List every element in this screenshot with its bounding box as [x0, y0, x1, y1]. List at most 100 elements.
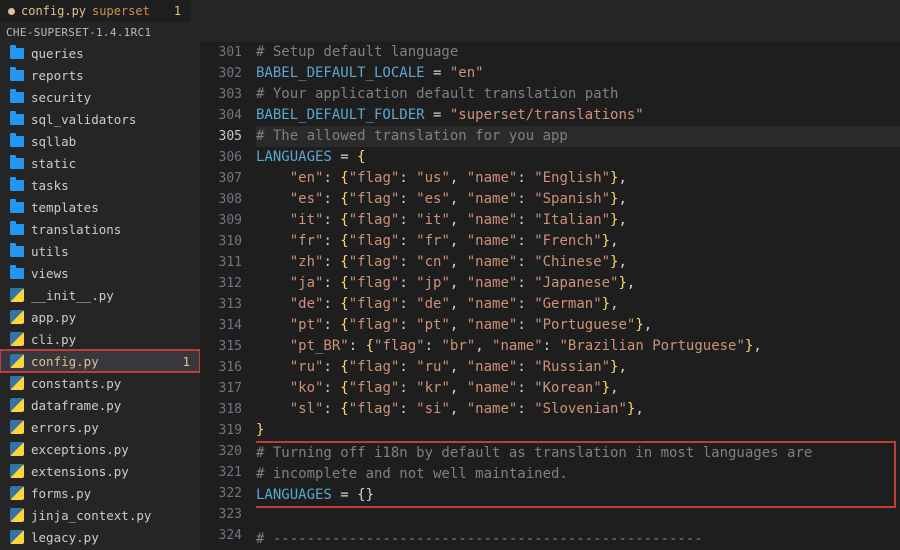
file-cli-py[interactable]: cli.py — [0, 328, 200, 350]
folder-icon — [10, 92, 24, 103]
editor-tab-config[interactable]: config.py superset 1 — [0, 0, 191, 22]
folder-sqllab[interactable]: sqllab — [0, 130, 200, 152]
folder-templates[interactable]: templates — [0, 196, 200, 218]
file-jinja_context-py[interactable]: jinja_context.py — [0, 504, 200, 526]
python-icon — [10, 288, 24, 302]
folder-utils[interactable]: utils — [0, 240, 200, 262]
explorer-item-label: jinja_context.py — [31, 508, 151, 523]
explorer-item-label: queries — [31, 46, 84, 61]
code-area[interactable]: # Setup default languageBABEL_DEFAULT_LO… — [256, 42, 900, 550]
code-line[interactable]: # --------------------------------------… — [256, 529, 900, 550]
code-line[interactable]: "ko": {"flag": "kr", "name": "Korean"}, — [256, 378, 900, 399]
folder-reports[interactable]: reports — [0, 64, 200, 86]
folder-icon — [10, 224, 24, 235]
code-line[interactable]: # Turning off i18n by default as transla… — [256, 443, 894, 464]
code-line[interactable] — [256, 508, 900, 529]
folder-icon — [10, 202, 24, 213]
code-line[interactable]: # Your application default translation p… — [256, 84, 900, 105]
line-number-gutter: 3013023033043053063073083093103113123133… — [200, 42, 256, 550]
code-line[interactable]: "de": {"flag": "de", "name": "German"}, — [256, 294, 900, 315]
code-editor[interactable]: 3013023033043053063073083093103113123133… — [200, 42, 900, 550]
folder-sql_validators[interactable]: sql_validators — [0, 108, 200, 130]
folder-icon — [10, 246, 24, 257]
explorer-item-label: forms.py — [31, 486, 91, 501]
folder-queries[interactable]: queries — [0, 42, 200, 64]
python-icon — [10, 332, 24, 346]
explorer-item-label: exceptions.py — [31, 442, 129, 457]
code-line[interactable]: "en": {"flag": "us", "name": "English"}, — [256, 168, 900, 189]
code-line[interactable]: "es": {"flag": "es", "name": "Spanish"}, — [256, 189, 900, 210]
python-icon — [10, 464, 24, 478]
explorer-item-label: cli.py — [31, 332, 76, 347]
file-legacy-py[interactable]: legacy.py — [0, 526, 200, 548]
explorer-item-label: errors.py — [31, 420, 99, 435]
folder-views[interactable]: views — [0, 262, 200, 284]
file-dataframe-py[interactable]: dataframe.py — [0, 394, 200, 416]
explorer-item-label: sql_validators — [31, 112, 136, 127]
code-line[interactable]: LANGUAGES = {} — [256, 485, 894, 506]
python-icon — [10, 354, 24, 368]
file-constants-py[interactable]: constants.py — [0, 372, 200, 394]
line-number: 309 — [200, 210, 242, 231]
file-exceptions-py[interactable]: exceptions.py — [0, 438, 200, 460]
code-line[interactable]: "sl": {"flag": "si", "name": "Slovenian"… — [256, 399, 900, 420]
line-number: 303 — [200, 84, 242, 105]
code-line[interactable]: "ja": {"flag": "jp", "name": "Japanese"}… — [256, 273, 900, 294]
file-__init__-py[interactable]: __init__.py — [0, 284, 200, 306]
folder-icon — [10, 48, 24, 59]
line-number: 321 — [200, 462, 242, 483]
line-number: 314 — [200, 315, 242, 336]
tab-git-branch: superset — [92, 4, 150, 18]
line-number: 301 — [200, 42, 242, 63]
file-app-py[interactable]: app.py — [0, 306, 200, 328]
python-icon — [10, 420, 24, 434]
tab-filename: config.py — [21, 4, 86, 18]
line-number: 305 — [200, 126, 242, 147]
file-errors-py[interactable]: errors.py — [0, 416, 200, 438]
code-line[interactable]: "zh": {"flag": "cn", "name": "Chinese"}, — [256, 252, 900, 273]
file-extensions-py[interactable]: extensions.py — [0, 460, 200, 482]
code-line[interactable]: "pt_BR": {"flag": "br", "name": "Brazili… — [256, 336, 900, 357]
folder-icon — [10, 268, 24, 279]
code-line[interactable]: BABEL_DEFAULT_LOCALE = "en" — [256, 63, 900, 84]
explorer-item-label: tasks — [31, 178, 69, 193]
code-line[interactable]: "fr": {"flag": "fr", "name": "French"}, — [256, 231, 900, 252]
explorer-item-label: security — [31, 90, 91, 105]
line-number: 322 — [200, 483, 242, 504]
explorer-item-label: translations — [31, 222, 121, 237]
file-config-py[interactable]: config.py1 — [0, 350, 200, 372]
code-line[interactable]: # Setup default language — [256, 42, 900, 63]
file-forms-py[interactable]: forms.py — [0, 482, 200, 504]
python-icon — [10, 508, 24, 522]
code-line[interactable]: BABEL_DEFAULT_FOLDER = "superset/transla… — [256, 105, 900, 126]
folder-tasks[interactable]: tasks — [0, 174, 200, 196]
line-number: 302 — [200, 63, 242, 84]
folder-static[interactable]: static — [0, 152, 200, 174]
folder-icon — [10, 136, 24, 147]
explorer-item-label: app.py — [31, 310, 76, 325]
line-number: 306 — [200, 147, 242, 168]
line-number: 313 — [200, 294, 242, 315]
explorer-item-label: static — [31, 156, 76, 171]
folder-security[interactable]: security — [0, 86, 200, 108]
code-line[interactable]: # The allowed translation for you app — [256, 126, 900, 147]
folder-translations[interactable]: translations — [0, 218, 200, 240]
code-line[interactable]: "it": {"flag": "it", "name": "Italian"}, — [256, 210, 900, 231]
tab-problems-badge: 1 — [156, 4, 181, 18]
line-number: 308 — [200, 189, 242, 210]
code-line[interactable]: LANGUAGES = { — [256, 147, 900, 168]
python-icon — [8, 8, 15, 15]
project-root-label[interactable]: CHE-SUPERSET-1.4.1RC1 — [0, 22, 900, 42]
code-line[interactable]: } — [256, 420, 900, 441]
line-number: 312 — [200, 273, 242, 294]
explorer-item-label: templates — [31, 200, 99, 215]
explorer-item-label: views — [31, 266, 69, 281]
code-line[interactable]: # incomplete and not well maintained. — [256, 464, 894, 485]
file-explorer[interactable]: queries reports security sql_validatorssqll… — [0, 42, 200, 550]
line-number: 304 — [200, 105, 242, 126]
code-line[interactable]: "pt": {"flag": "pt", "name": "Portuguese… — [256, 315, 900, 336]
code-line[interactable]: "ru": {"flag": "ru", "name": "Russian"}, — [256, 357, 900, 378]
line-number: 323 — [200, 504, 242, 525]
folder-icon — [10, 180, 24, 191]
python-icon — [10, 530, 24, 544]
